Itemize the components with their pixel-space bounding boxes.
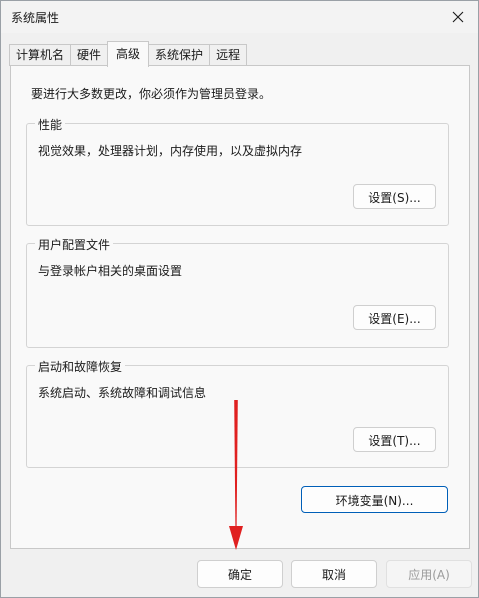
- user-profiles-description: 与登录帐户相关的桌面设置: [38, 264, 183, 278]
- admin-notice: 要进行大多数更改，你必须作为管理员登录。: [31, 87, 272, 101]
- startup-recovery-group: 启动和故障恢复 系统启动、系统故障和调试信息 设置(T)...: [26, 358, 449, 468]
- close-button[interactable]: [438, 1, 478, 33]
- tab-advanced[interactable]: 高级: [107, 41, 150, 67]
- startup-recovery-description: 系统启动、系统故障和调试信息: [38, 386, 207, 400]
- cancel-button[interactable]: 取消: [291, 560, 377, 588]
- performance-description: 视觉效果，处理器计划，内存使用，以及虚拟内存: [38, 144, 303, 158]
- ok-button[interactable]: 确定: [197, 560, 283, 588]
- window-title: 系统属性: [11, 11, 60, 25]
- tab-system-protection[interactable]: 系统保护: [148, 44, 211, 66]
- tab-hardware[interactable]: 硬件: [70, 44, 109, 66]
- performance-settings-button[interactable]: 设置(S)...: [353, 184, 436, 209]
- user-profiles-group-title: 用户配置文件: [35, 236, 114, 253]
- advanced-tab-panel: 要进行大多数更改，你必须作为管理员登录。 性能 视觉效果，处理器计划，内存使用，…: [10, 65, 470, 549]
- apply-button[interactable]: 应用(A): [386, 560, 472, 588]
- startup-recovery-group-title: 启动和故障恢复: [35, 358, 126, 375]
- startup-recovery-settings-button[interactable]: 设置(T)...: [353, 427, 436, 452]
- system-properties-dialog: 系统属性 计算机名 硬件 高级 系统保护 远程 要进行大多数更改，你必须作为管理…: [0, 0, 479, 598]
- title-bar: 系统属性: [1, 1, 478, 33]
- performance-group: 性能 视觉效果，处理器计划，内存使用，以及虚拟内存 设置(S)...: [26, 116, 449, 226]
- tab-computer-name[interactable]: 计算机名: [9, 44, 72, 66]
- tab-remote[interactable]: 远程: [209, 44, 248, 66]
- tab-strip: 计算机名 硬件 高级 系统保护 远程: [9, 41, 248, 67]
- performance-group-title: 性能: [35, 116, 66, 133]
- user-profiles-group: 用户配置文件 与登录帐户相关的桌面设置 设置(E)...: [26, 236, 449, 348]
- close-icon: [452, 11, 464, 23]
- user-profiles-settings-button[interactable]: 设置(E)...: [353, 305, 436, 330]
- environment-variables-button[interactable]: 环境变量(N)...: [301, 486, 448, 513]
